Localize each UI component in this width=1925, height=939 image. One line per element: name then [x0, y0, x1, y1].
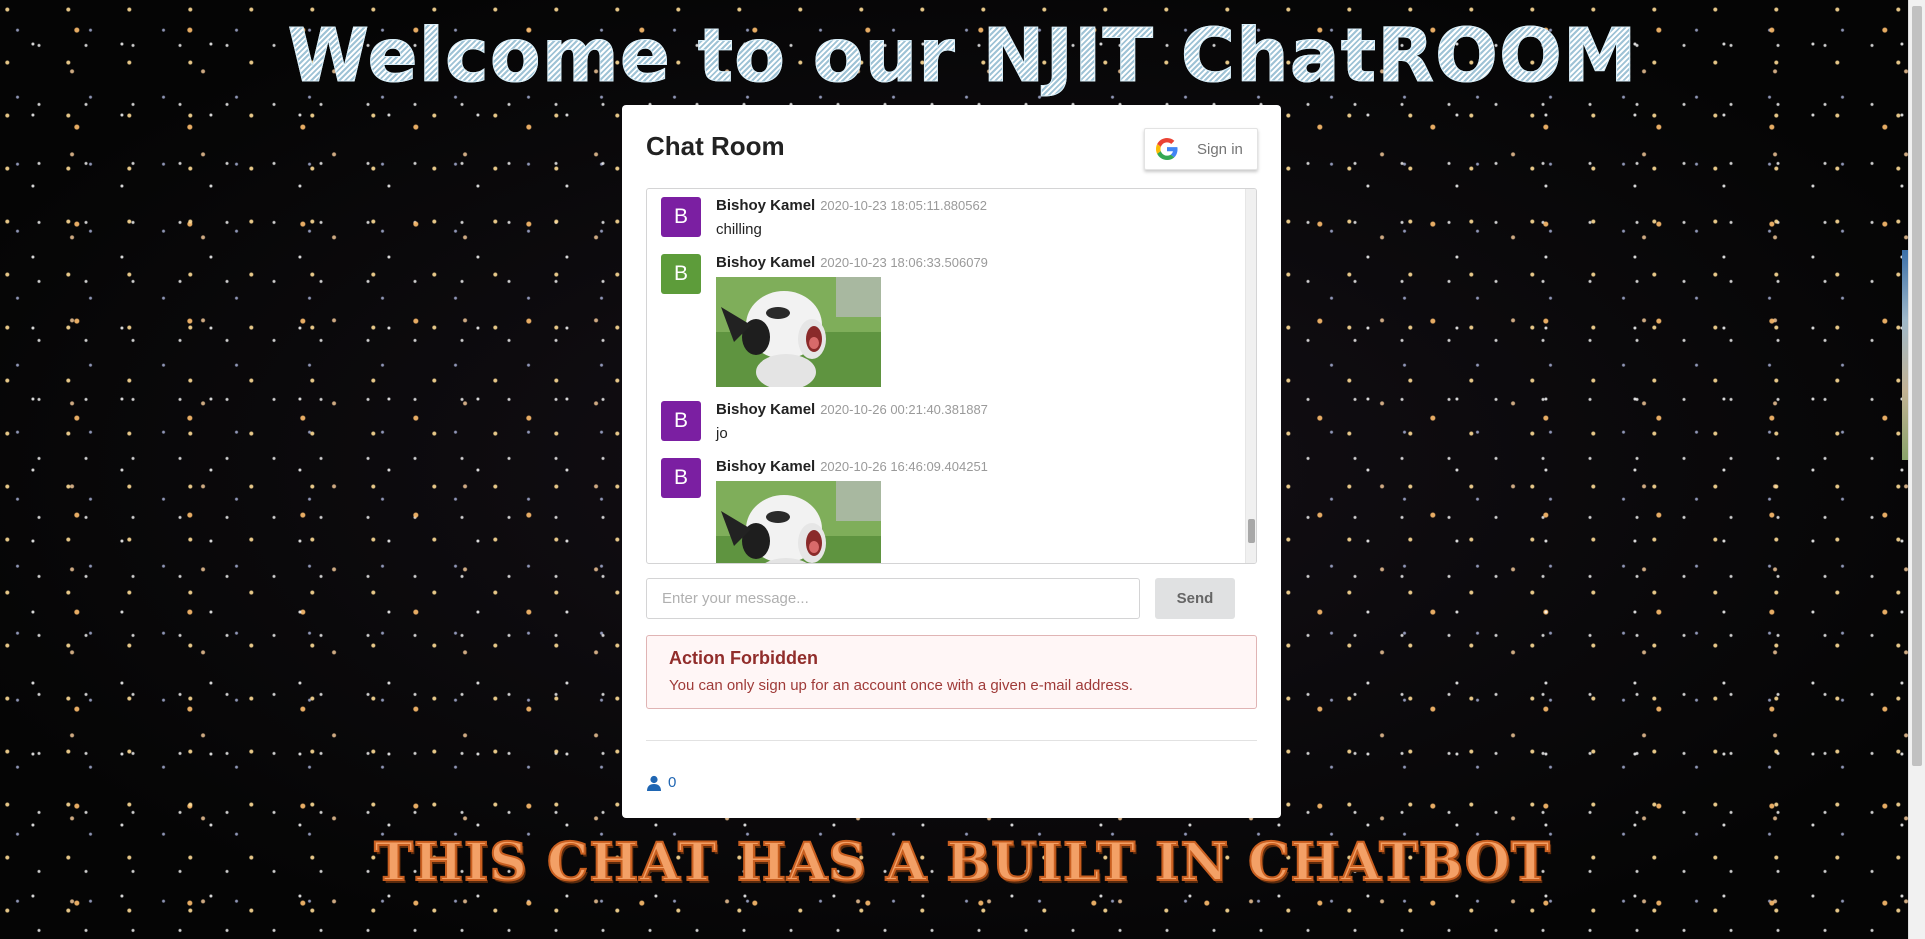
page-scrollbar-thumb[interactable]	[1912, 6, 1922, 766]
adjacent-window-edge	[1902, 250, 1908, 460]
message-timestamp: 2020-10-23 18:05:11.880562	[820, 198, 987, 213]
message-author: Bishoy Kamel	[716, 458, 816, 475]
user-icon	[647, 775, 661, 791]
avatar: B	[661, 401, 701, 441]
avatar: B	[661, 197, 701, 237]
user-count: 0	[646, 774, 676, 791]
google-sign-in-button[interactable]: Sign in	[1144, 128, 1258, 170]
error-header: Action Forbidden	[669, 648, 818, 668]
user-count-value: 0	[668, 774, 677, 791]
divider	[646, 740, 1257, 741]
google-sign-in-label: Sign in	[1197, 140, 1243, 158]
alpaca-photo[interactable]	[716, 481, 881, 564]
message-input[interactable]	[646, 578, 1140, 619]
google-g-icon	[1156, 138, 1178, 160]
message-timestamp: 2020-10-26 16:46:09.404251	[820, 459, 988, 474]
message-timestamp: 2020-10-26 00:21:40.381887	[820, 402, 988, 417]
alpaca-photo[interactable]	[716, 277, 881, 387]
message-author: Bishoy Kamel	[716, 197, 816, 214]
message-text: jo	[716, 425, 728, 442]
send-button[interactable]: Send	[1155, 578, 1235, 619]
error-text: You can only sign up for an account once…	[669, 677, 1133, 694]
avatar: B	[661, 254, 701, 294]
chatbot-banner: THIS CHAT HAS A BUILT IN CHATBOT	[373, 831, 1551, 894]
chat-room-title: Chat Room	[646, 131, 785, 161]
page-scrollbar[interactable]	[1908, 0, 1925, 939]
chat-room-card: Chat Room Sign in B Bishoy Kamel 2020-10-…	[622, 105, 1281, 818]
message-timestamp: 2020-10-23 18:06:33.506079	[820, 255, 988, 270]
message-author: Bishoy Kamel	[716, 254, 816, 271]
messages-scrollbar[interactable]	[1245, 189, 1256, 563]
error-message: Action Forbidden You can only sign up fo…	[646, 635, 1257, 709]
avatar: B	[661, 458, 701, 498]
welcome-heading: Welcome to our NJIT ChatROOM	[0, 14, 1925, 99]
message-text: chilling	[716, 221, 762, 238]
message-author: Bishoy Kamel	[716, 401, 816, 418]
messages-scrollbar-thumb[interactable]	[1248, 519, 1255, 543]
messages-list[interactable]: B Bishoy Kamel 2020-10-23 18:05:11.880562…	[646, 188, 1257, 564]
